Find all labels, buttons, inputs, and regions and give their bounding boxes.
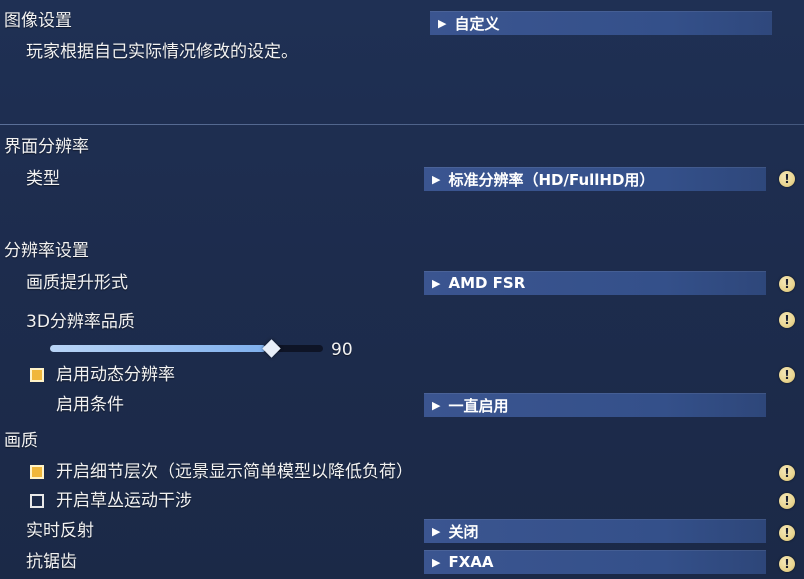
lod-checkbox[interactable] bbox=[30, 465, 44, 479]
dropdown-arrow-icon: ▶ bbox=[432, 172, 441, 186]
preset-dropdown[interactable]: ▶ 自定义 bbox=[430, 11, 772, 35]
preset-value: 自定义 bbox=[454, 14, 500, 33]
slider-handle[interactable] bbox=[262, 339, 281, 358]
warning-icon[interactable]: ! bbox=[779, 556, 795, 572]
dropdown-arrow-icon: ▶ bbox=[438, 16, 447, 30]
condition-value: 一直启用 bbox=[448, 396, 509, 415]
reflection-value: 关闭 bbox=[448, 522, 479, 541]
warning-icon[interactable]: ! bbox=[779, 525, 795, 541]
warning-icon[interactable]: ! bbox=[779, 465, 795, 481]
aa-label: 抗锯齿 bbox=[26, 552, 77, 572]
dropdown-arrow-icon: ▶ bbox=[432, 524, 441, 538]
image-settings-title: 图像设置 bbox=[4, 11, 72, 31]
dropdown-arrow-icon: ▶ bbox=[432, 555, 441, 569]
dropdown-arrow-icon: ▶ bbox=[432, 276, 441, 290]
condition-label: 启用条件 bbox=[56, 395, 124, 415]
slider-fill bbox=[50, 345, 266, 352]
aa-dropdown[interactable]: ▶ FXAA bbox=[424, 550, 766, 574]
divider bbox=[0, 124, 804, 125]
grass-label: 开启草丛运动干涉 bbox=[56, 491, 192, 511]
reflection-label: 实时反射 bbox=[26, 521, 94, 541]
condition-dropdown[interactable]: ▶ 一直启用 bbox=[424, 393, 766, 417]
warning-icon[interactable]: ! bbox=[779, 276, 795, 292]
warning-icon[interactable]: ! bbox=[779, 312, 795, 328]
ui-type-dropdown[interactable]: ▶ 标准分辨率（HD/FullHD用） bbox=[424, 167, 766, 191]
upscaling-value: AMD FSR bbox=[448, 274, 526, 292]
resolution-settings-heading: 分辨率设置 bbox=[4, 241, 89, 261]
quality-slider[interactable] bbox=[50, 339, 323, 358]
aa-value: FXAA bbox=[448, 553, 494, 571]
upscaling-dropdown[interactable]: ▶ AMD FSR bbox=[424, 271, 766, 295]
reflection-dropdown[interactable]: ▶ 关闭 bbox=[424, 519, 766, 543]
ui-type-value: 标准分辨率（HD/FullHD用） bbox=[448, 170, 655, 189]
quality-value: 90 bbox=[331, 340, 353, 360]
upscaling-label: 画质提升形式 bbox=[26, 273, 128, 293]
quality-heading: 画质 bbox=[4, 431, 38, 451]
grass-checkbox[interactable] bbox=[30, 494, 44, 508]
dynamic-resolution-checkbox[interactable] bbox=[30, 368, 44, 382]
dropdown-arrow-icon: ▶ bbox=[432, 398, 441, 412]
quality-label: 3D分辨率品质 bbox=[26, 312, 135, 332]
preset-description: 玩家根据自己实际情况修改的设定。 bbox=[26, 42, 298, 62]
lod-label: 开启细节层次（远景显示简单模型以降低负荷） bbox=[56, 462, 413, 482]
dynamic-resolution-label: 启用动态分辨率 bbox=[56, 365, 175, 385]
ui-resolution-heading: 界面分辨率 bbox=[4, 137, 89, 157]
warning-icon[interactable]: ! bbox=[779, 493, 795, 509]
ui-type-label: 类型 bbox=[26, 169, 60, 189]
warning-icon[interactable]: ! bbox=[779, 171, 795, 187]
warning-icon[interactable]: ! bbox=[779, 367, 795, 383]
